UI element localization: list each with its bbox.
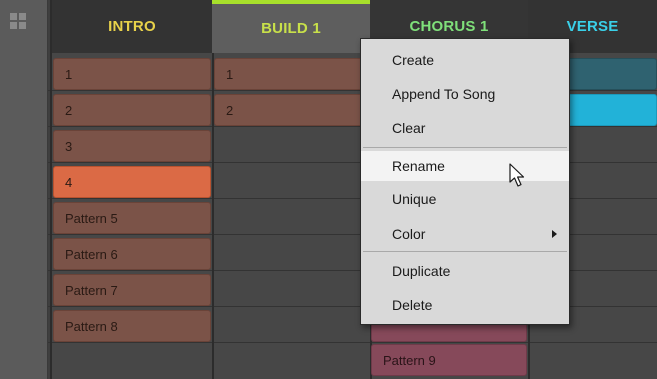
left-gutter — [0, 0, 48, 379]
pattern-label: Pattern 8 — [65, 318, 118, 334]
mouse-pointer-icon — [509, 163, 525, 187]
pattern-slot-selected[interactable]: 4 — [53, 166, 211, 198]
pattern-slot[interactable]: 3 — [53, 130, 211, 162]
section-label: CHORUS 1 — [409, 18, 489, 35]
submenu-arrow-icon — [552, 230, 557, 238]
pattern-slot[interactable] — [560, 58, 657, 90]
pattern-label: 2 — [226, 102, 234, 118]
context-menu: Create Append To Song Clear Rename Uniqu… — [360, 38, 570, 325]
row-divider — [48, 342, 657, 343]
menu-item-label: Delete — [392, 297, 433, 313]
pattern-label: 1 — [226, 66, 234, 82]
menu-item-clear[interactable]: Clear — [361, 113, 569, 143]
grid-view-icon[interactable] — [10, 13, 26, 29]
menu-item-create[interactable]: Create — [361, 45, 569, 75]
pattern-label: Pattern 7 — [65, 282, 118, 298]
pattern-slot[interactable]: Pattern 7 — [53, 274, 211, 306]
pattern-slot[interactable] — [560, 94, 657, 126]
menu-item-label: Clear — [392, 120, 426, 136]
menu-item-label: Unique — [392, 191, 437, 207]
column-divider — [50, 0, 52, 379]
menu-item-label: Append To Song — [392, 86, 496, 102]
pattern-slot[interactable]: 2 — [53, 94, 211, 126]
menu-item-label: Rename — [392, 158, 445, 174]
menu-separator — [363, 147, 567, 148]
menu-item-label: Create — [392, 52, 435, 68]
pattern-slot[interactable]: Pattern 5 — [53, 202, 211, 234]
pattern-slot[interactable]: 1 — [53, 58, 211, 90]
pattern-slot[interactable]: Pattern 6 — [53, 238, 211, 270]
section-header-build-1[interactable]: BUILD 1 — [212, 0, 370, 53]
pattern-slot[interactable]: 1 — [214, 58, 364, 90]
pattern-label: 2 — [65, 102, 73, 118]
menu-item-label: Color — [392, 226, 426, 242]
pattern-label: 1 — [65, 66, 73, 82]
pattern-slot[interactable]: Pattern 9 — [371, 344, 527, 376]
pattern-label: 3 — [65, 138, 73, 154]
section-label: INTRO — [108, 18, 156, 35]
pattern-slot[interactable]: 2 — [214, 94, 364, 126]
pattern-label: Pattern 9 — [383, 352, 436, 368]
menu-item-duplicate[interactable]: Duplicate — [361, 256, 569, 286]
section-label: BUILD 1 — [261, 20, 321, 37]
column-divider — [212, 0, 214, 379]
menu-item-label: Duplicate — [392, 263, 451, 279]
menu-item-rename[interactable]: Rename — [361, 151, 569, 181]
pattern-label: Pattern 5 — [65, 210, 118, 226]
menu-item-append-to-song[interactable]: Append To Song — [361, 79, 569, 109]
pattern-label: 4 — [65, 174, 73, 190]
menu-item-unique[interactable]: Unique — [361, 184, 569, 214]
section-header-intro[interactable]: INTRO — [52, 0, 212, 53]
pattern-label: Pattern 6 — [65, 246, 118, 262]
arranger-ideas-view: INTRO BUILD 1 CHORUS 1 VERSE 1 2 3 4 Pat… — [0, 0, 657, 379]
menu-item-color[interactable]: Color — [361, 219, 569, 249]
section-label: VERSE — [566, 18, 619, 35]
pattern-slot[interactable]: Pattern 8 — [53, 310, 211, 342]
menu-item-delete[interactable]: Delete — [361, 290, 569, 320]
menu-separator — [363, 251, 567, 252]
